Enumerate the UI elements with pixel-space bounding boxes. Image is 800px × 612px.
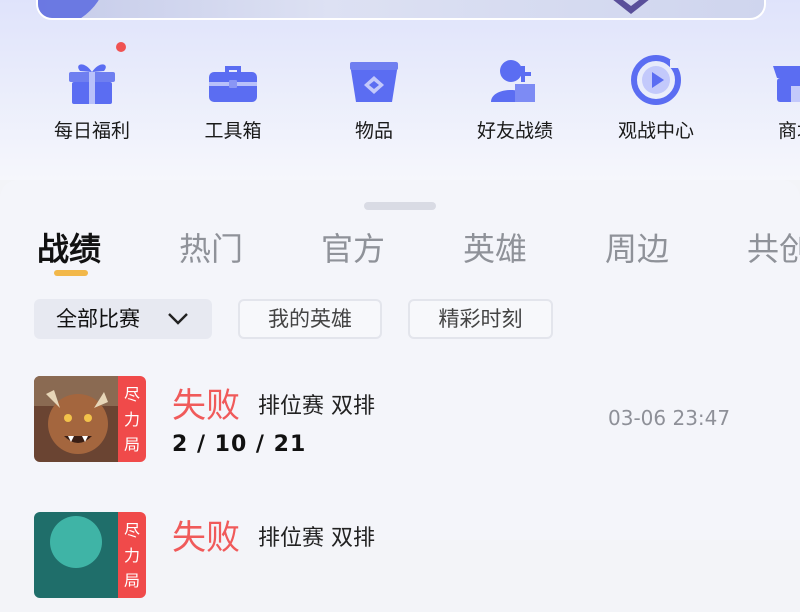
badge-char: 力 (123, 545, 140, 565)
match-row[interactable]: 尽 力 局 失败 排位赛 双排 (0, 502, 800, 612)
notification-dot (116, 42, 126, 52)
friend-record-icon (491, 60, 535, 102)
badge-char: 力 (123, 409, 140, 429)
quick-label: 每日福利 (53, 120, 130, 142)
active-tab-indicator (54, 270, 88, 276)
content-sheet (0, 180, 800, 540)
badge-char: 尽 (123, 520, 140, 540)
hero-thumbnail: 尽 力 局 (34, 512, 146, 598)
all-matches-dropdown[interactable]: 全部比赛 (34, 299, 212, 339)
quick-label: 观战中心 (617, 120, 694, 142)
gift-icon (69, 64, 115, 104)
banner-emblem (583, 0, 679, 14)
tab-heroes[interactable]: 英雄 (463, 224, 527, 270)
quick-shop[interactable]: 商城 (737, 48, 800, 148)
tab-records[interactable]: 战绩 (37, 224, 101, 270)
toolbox-icon (209, 66, 257, 102)
match-kda: 2 / 10 / 21 (172, 432, 307, 457)
tab-popular[interactable]: 热门 (179, 224, 243, 270)
all-matches-label: 全部比赛 (56, 307, 140, 331)
highlights-filter[interactable]: 精彩时刻 (408, 299, 553, 339)
match-time: 03-06 23:47 (608, 406, 731, 430)
spectate-icon (631, 55, 681, 105)
quick-friend-records[interactable]: 好友战绩 (455, 48, 575, 148)
promo-banner[interactable] (36, 0, 766, 20)
tab-cocreate[interactable]: 共创 (747, 224, 800, 270)
quick-toolbox[interactable]: 工具箱 (173, 48, 293, 148)
match-row[interactable]: 尽 力 局 失败 排位赛 双排 2 / 10 / 21 03-06 23:47 (0, 366, 800, 476)
quick-access-row: 每日福利 工具箱 物品 好友战绩 观战中心 商 (0, 42, 800, 148)
drag-handle[interactable] (364, 202, 436, 210)
quick-spectate-center[interactable]: 观战中心 (596, 48, 716, 148)
chevron-down-icon (168, 313, 188, 325)
quick-daily-rewards[interactable]: 每日福利 (32, 42, 152, 148)
quick-label: 商城 (777, 120, 800, 142)
badge-char: 局 (123, 434, 140, 454)
hero-thumbnail: 尽 力 局 (34, 376, 146, 462)
my-heroes-filter[interactable]: 我的英雄 (238, 299, 382, 339)
quick-label: 好友战绩 (476, 120, 553, 142)
match-result: 失败 (172, 386, 240, 426)
quick-items[interactable]: 物品 (314, 48, 434, 148)
match-result: 失败 (172, 518, 240, 558)
badge-char: 局 (123, 570, 140, 590)
banner-decoration (38, 0, 108, 18)
hero-portrait-icon (34, 376, 118, 462)
items-icon (350, 62, 398, 102)
quick-label: 工具箱 (204, 120, 262, 142)
top-header-area: 每日福利 工具箱 物品 好友战绩 观战中心 商 (0, 0, 800, 180)
tab-merch[interactable]: 周边 (605, 224, 669, 270)
shop-icon (773, 66, 800, 102)
best-effort-badge: 尽 力 局 (118, 376, 146, 462)
match-mode: 排位赛 双排 (258, 526, 375, 551)
match-mode: 排位赛 双排 (258, 394, 375, 419)
best-effort-badge: 尽 力 局 (118, 512, 146, 598)
badge-char: 尽 (123, 384, 140, 404)
quick-label: 物品 (354, 120, 393, 142)
tab-official[interactable]: 官方 (321, 224, 385, 270)
hero-portrait-icon (34, 512, 118, 598)
